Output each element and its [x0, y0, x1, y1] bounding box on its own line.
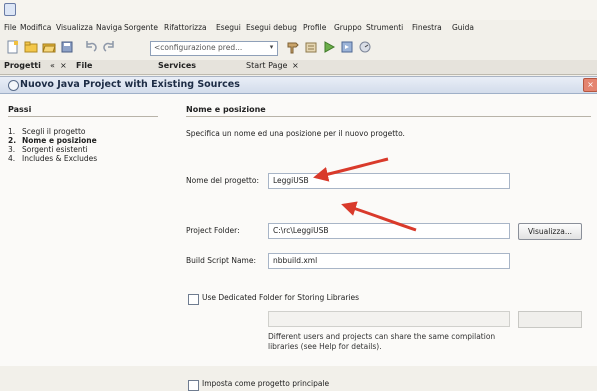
tab-files[interactable]: File [76, 61, 92, 70]
project-name-field[interactable]: LeggiUSB [268, 173, 510, 189]
menu-esegui-debug[interactable]: Esegui debug [246, 23, 297, 32]
section-heading: Nome e posizione [186, 105, 266, 114]
close-button[interactable]: × [583, 78, 597, 92]
new-project-dialog: Nuovo Java Project with Existing Sources… [0, 76, 597, 391]
step-number: 4. [8, 154, 16, 163]
app-icon [4, 3, 16, 16]
tab-close-icon[interactable]: « [50, 61, 55, 70]
tab-minimize-icon[interactable]: × [60, 61, 67, 70]
build-script-field[interactable]: nbbuild.xml [268, 253, 510, 269]
save-all-icon[interactable] [60, 40, 74, 54]
redo-icon[interactable] [102, 40, 116, 54]
configuration-select-value: <configurazione pred... [154, 43, 243, 52]
tab-projects[interactable]: Progetti [4, 61, 41, 70]
help-text-line: libraries (see Help for details). [268, 342, 382, 351]
chevron-down-icon[interactable]: ▾ [267, 43, 276, 53]
profile-project-icon[interactable] [358, 40, 372, 54]
step-number: 2. [8, 136, 17, 145]
project-folder-label: Project Folder: [186, 226, 240, 235]
libraries-browse-button[interactable] [518, 311, 582, 328]
main-panel: Nome e posizione Specifica un nome ed un… [186, 105, 597, 391]
tab-start-page[interactable]: Start Page [246, 61, 287, 70]
main-project-label[interactable]: Imposta come progetto principale [202, 379, 329, 388]
steps-heading: Passi [8, 105, 32, 114]
help-text-line: Different users and projects can share t… [268, 332, 496, 341]
menu-strumenti[interactable]: Strumenti [366, 23, 403, 32]
menu-file[interactable]: File [4, 23, 17, 32]
project-folder-value: C:\rc\LeggiUSB [273, 226, 329, 235]
dialog-header: Nuovo Java Project with Existing Sources… [0, 77, 597, 94]
menu-profile[interactable]: Profile [303, 23, 326, 32]
new-project-icon[interactable] [24, 40, 38, 54]
menu-bar: File Modifica Visualizza Naviga Sorgente… [0, 21, 597, 37]
build-script-label: Build Script Name: [186, 256, 257, 265]
step-label: Scegli il progetto [22, 127, 86, 136]
project-name-value: LeggiUSB [273, 176, 309, 185]
debug-project-icon[interactable] [340, 40, 354, 54]
configuration-select[interactable]: <configurazione pred... ▾ [150, 41, 278, 56]
run-project-icon[interactable] [322, 40, 336, 54]
step-item: 4. Includes & Excludes [8, 154, 97, 163]
menu-gruppo[interactable]: Gruppo [334, 23, 362, 32]
undo-icon[interactable] [84, 40, 98, 54]
menu-guida[interactable]: Guida [452, 23, 474, 32]
dialog-icon [8, 80, 19, 91]
menu-visualizza[interactable]: Visualizza [56, 23, 93, 32]
step-label: Includes & Excludes [22, 154, 98, 163]
step-item-current: 2. Nome e posizione [8, 136, 97, 145]
browse-button[interactable]: Visualizza... [518, 223, 582, 240]
dedicated-folder-label[interactable]: Use Dedicated Folder for Storing Librari… [202, 293, 359, 302]
menu-esegui[interactable]: Esegui [216, 23, 241, 32]
main-project-checkbox[interactable] [188, 380, 199, 391]
clean-build-icon[interactable] [304, 40, 318, 54]
open-project-icon[interactable] [42, 40, 56, 54]
title-bar [0, 0, 597, 20]
build-hammer-icon[interactable] [286, 40, 300, 54]
step-item: 1. Scegli il progetto [8, 127, 85, 136]
project-folder-field[interactable]: C:\rc\LeggiUSB [268, 223, 510, 239]
steps-panel: Passi 1. Scegli il progetto 2. Nome e posi… [8, 105, 168, 365]
new-file-icon[interactable] [6, 40, 20, 54]
instruction-text: Specifica un nome ed una posizione per i… [186, 129, 405, 138]
divider [8, 116, 158, 117]
step-label: Nome e posizione [22, 136, 97, 145]
menu-naviga[interactable]: Naviga [96, 23, 122, 32]
menu-rifattorizza[interactable]: Rifattorizza [164, 23, 207, 32]
step-label: Sorgenti esistenti [22, 145, 88, 154]
panel-tabs: Progetti « × File Services Start Page × [0, 60, 597, 75]
build-script-value: nbbuild.xml [273, 256, 318, 265]
menu-finestra[interactable]: Finestra [412, 23, 442, 32]
menu-modifica[interactable]: Modifica [20, 23, 51, 32]
step-number: 1. [8, 127, 16, 136]
libraries-folder-field[interactable] [268, 311, 510, 327]
menu-sorgente[interactable]: Sorgente [124, 23, 158, 32]
dedicated-folder-checkbox[interactable] [188, 294, 199, 305]
dialog-title: Nuovo Java Project with Existing Sources [20, 79, 240, 90]
start-page-close-icon[interactable]: × [292, 61, 299, 70]
step-item: 3. Sorgenti esistenti [8, 145, 88, 154]
project-name-label: Nome del progetto: [186, 176, 259, 185]
toolbar: <configurazione pred... ▾ [0, 37, 597, 59]
step-number: 3. [8, 145, 16, 154]
divider [186, 116, 591, 117]
tab-services[interactable]: Services [158, 61, 196, 70]
